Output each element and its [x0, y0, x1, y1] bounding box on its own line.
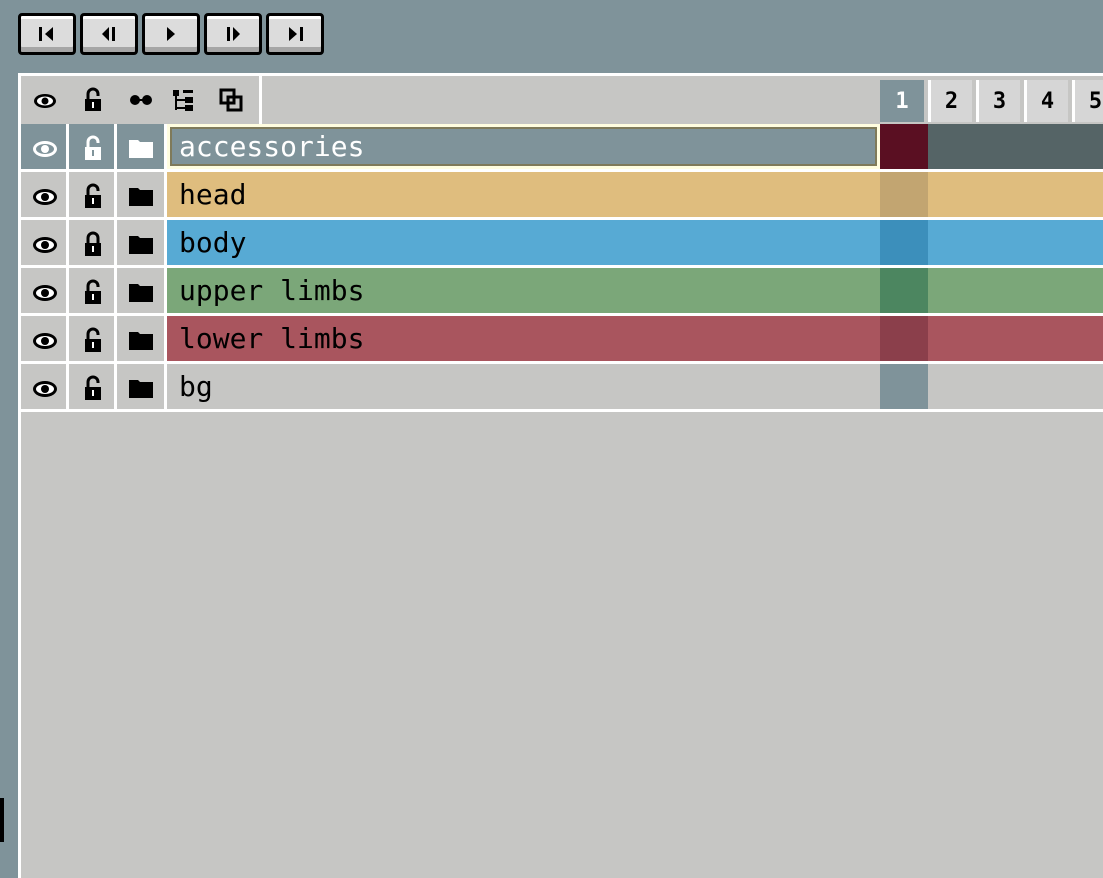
- first-frame-icon: [39, 27, 53, 41]
- visibility-eye-icon[interactable]: [21, 76, 69, 124]
- visibility-eye-icon[interactable]: [21, 364, 69, 412]
- frame-cel[interactable]: [880, 316, 928, 361]
- frame-header-4[interactable]: 4: [1024, 80, 1068, 122]
- layer-group-folder-icon[interactable]: [117, 124, 165, 172]
- layer-name[interactable]: bg: [167, 364, 880, 409]
- lock-icon[interactable]: [69, 220, 117, 268]
- playback-toolbar: [18, 13, 328, 59]
- play-button[interactable]: [142, 13, 200, 55]
- visibility-eye-icon[interactable]: [21, 316, 69, 364]
- visibility-eye-icon[interactable]: [21, 124, 69, 172]
- frame-header-1[interactable]: 1: [880, 80, 924, 122]
- layer-group-folder-icon[interactable]: [117, 364, 165, 412]
- layer-row[interactable]: body: [21, 220, 1103, 268]
- frame-cel[interactable]: [880, 172, 928, 217]
- timeline-header: 1 2 3 4 5: [21, 76, 1103, 124]
- next-frame-icon: [227, 27, 240, 41]
- layer-name[interactable]: accessories: [167, 124, 880, 169]
- frame-header-2[interactable]: 2: [928, 80, 972, 122]
- lock-icon[interactable]: [69, 268, 117, 316]
- frame-cel[interactable]: [880, 124, 928, 169]
- frame-header-5[interactable]: 5: [1072, 80, 1103, 122]
- frame-cel[interactable]: [880, 220, 928, 265]
- splitter-handle[interactable]: [0, 798, 4, 842]
- previous-frame-icon: [102, 27, 115, 41]
- visibility-eye-icon[interactable]: [21, 220, 69, 268]
- layer-row[interactable]: upper limbs: [21, 268, 1103, 316]
- layer-frames-track[interactable]: [928, 268, 1103, 313]
- play-icon: [167, 27, 175, 41]
- continuous-icon[interactable]: [117, 76, 165, 124]
- layer-frames-track[interactable]: [928, 172, 1103, 217]
- layer-row[interactable]: accessories: [21, 124, 1103, 172]
- lock-icon[interactable]: [69, 364, 117, 412]
- lock-icon[interactable]: [69, 124, 117, 172]
- lock-icon[interactable]: [69, 316, 117, 364]
- layer-row[interactable]: lower limbs: [21, 316, 1103, 364]
- layer-frames-track[interactable]: [928, 316, 1103, 361]
- lock-icon[interactable]: [69, 76, 117, 124]
- visibility-eye-icon[interactable]: [21, 172, 69, 220]
- layer-group-folder-icon[interactable]: [117, 172, 165, 220]
- first-frame-button[interactable]: [18, 13, 76, 55]
- layer-frames-track[interactable]: [928, 124, 1103, 169]
- layer-name[interactable]: lower limbs: [167, 316, 880, 361]
- layer-group-folder-icon[interactable]: [117, 220, 165, 268]
- visibility-eye-icon[interactable]: [21, 268, 69, 316]
- next-frame-button[interactable]: [204, 13, 262, 55]
- layer-frames-track[interactable]: [928, 364, 1103, 409]
- layer-tree-icon[interactable]: [165, 76, 201, 124]
- previous-frame-button[interactable]: [80, 13, 138, 55]
- layer-group-folder-icon[interactable]: [117, 268, 165, 316]
- layer-frames-track[interactable]: [928, 220, 1103, 265]
- last-frame-button[interactable]: [266, 13, 324, 55]
- link-cels-icon[interactable]: [213, 76, 249, 124]
- lock-icon[interactable]: [69, 172, 117, 220]
- layer-row[interactable]: head: [21, 172, 1103, 220]
- layer-name[interactable]: head: [167, 172, 880, 217]
- frame-header-3[interactable]: 3: [976, 80, 1020, 122]
- layer-group-folder-icon[interactable]: [117, 316, 165, 364]
- last-frame-icon: [289, 27, 303, 41]
- layer-name[interactable]: body: [167, 220, 880, 265]
- frame-cel[interactable]: [880, 268, 928, 313]
- layer-row[interactable]: bg: [21, 364, 1103, 412]
- layer-name[interactable]: upper limbs: [167, 268, 880, 313]
- frame-cel[interactable]: [880, 364, 928, 409]
- timeline-panel: 1 2 3 4 5 accessories head body upper limbs…: [18, 73, 1103, 878]
